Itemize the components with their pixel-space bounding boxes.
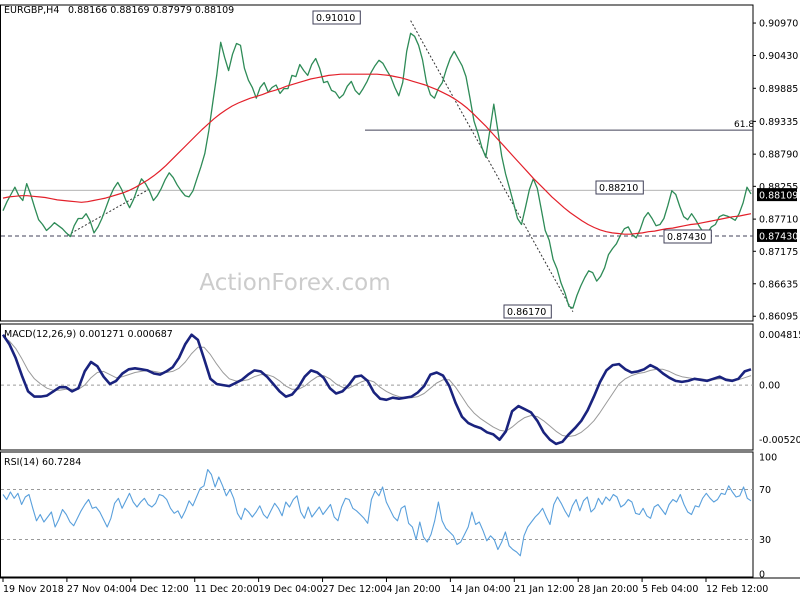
x-tick-label: 21 Jan 12:00 — [514, 584, 574, 595]
swing-high-label: 0.91010 — [316, 13, 355, 24]
macd-y-tick-label: -0.005204 — [759, 435, 800, 446]
rsi-y-tick-label: 30 — [759, 535, 771, 546]
x-tick-label: 12 Feb 12:00 — [706, 584, 768, 595]
current-price-tag: 0.88109 — [759, 191, 798, 202]
x-tick-label: 4 Jan 20:00 — [386, 584, 440, 595]
x-tick-label: 27 Nov 04:00 — [67, 584, 131, 595]
price-y-tick-label: 0.87175 — [759, 247, 798, 258]
rsi-y-tick-label: 100 — [759, 453, 777, 464]
price-y-tick-label: 0.89885 — [759, 84, 798, 95]
x-tick-label: 14 Jan 04:00 — [450, 584, 510, 595]
price-y-tick-label: 0.86095 — [759, 312, 798, 323]
eurgbp-h4-chart: ActionForex.com 0.91010 0.88210 0.87430 0.8… — [0, 0, 800, 600]
x-tick-label: 28 Jan 20:00 — [578, 584, 638, 595]
price-y-tick-label: 0.90430 — [759, 51, 798, 62]
price-y-tick-label: 0.90970 — [759, 19, 798, 30]
price-y-tick-label: 0.88790 — [759, 150, 798, 161]
x-tick-label: 11 Dec 20:00 — [195, 584, 259, 595]
rsi-title: RSI(14) 60.7284 — [4, 457, 81, 468]
ohlc-label: 0.88166 0.88169 0.87979 0.88109 — [68, 5, 234, 16]
rsi-y-tick-label: 70 — [759, 485, 771, 496]
watermark-layer: ActionForex.com — [199, 270, 390, 296]
x-tick-label: 19 Dec 04:00 — [259, 584, 323, 595]
x-tick-label: 19 Nov 2018 — [3, 584, 64, 595]
rsi-y-tick-label: 0 — [759, 570, 765, 581]
x-tick-label: 5 Feb 04:00 — [642, 584, 698, 595]
swing-low-b-label: 0.87430 — [667, 232, 706, 243]
fib-61-8-label: 61.8 — [734, 120, 754, 130]
price-y-tick-label: 0.86635 — [759, 279, 798, 290]
macd-y-tick-label: 0.00 — [759, 381, 780, 392]
price-y-tick-label: 0.87710 — [759, 215, 798, 226]
symbol-label: EURGBP,H4 — [4, 5, 59, 16]
x-tick-label: 4 Dec 12:00 — [131, 584, 189, 595]
macd-title: MACD(12,26,9) 0.001271 0.000687 — [4, 329, 173, 340]
swing-low-label: 0.86170 — [507, 307, 546, 318]
swing-high-b-label: 0.88210 — [599, 183, 638, 194]
chart-svg: ActionForex.com 0.91010 0.88210 0.87430 0.8… — [0, 0, 800, 600]
price-y-tick-label: 0.89335 — [759, 117, 798, 128]
support-price-tag: 0.87430 — [759, 231, 798, 242]
watermark: ActionForex.com — [199, 270, 390, 296]
x-tick-label: 27 Dec 12:00 — [323, 584, 387, 595]
macd-y-tick-label: 0.004815 — [759, 330, 800, 341]
